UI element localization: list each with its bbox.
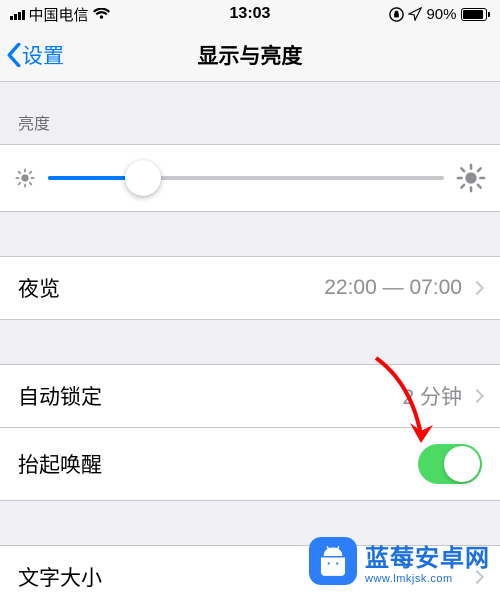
status-bar: 中国电信 13:03 90% bbox=[0, 0, 500, 28]
night-shift-value: 22:00 — 07:00 bbox=[324, 276, 462, 300]
switch-knob bbox=[444, 446, 480, 482]
status-right: 90% bbox=[389, 6, 490, 23]
text-size-row[interactable]: 文字大小 bbox=[0, 546, 500, 599]
status-left: 中国电信 bbox=[10, 4, 110, 25]
signal-icon bbox=[10, 8, 25, 20]
back-label: 设置 bbox=[22, 40, 64, 70]
brightness-row bbox=[0, 144, 500, 212]
back-button[interactable]: 设置 bbox=[0, 40, 64, 70]
sun-small-icon bbox=[14, 167, 36, 189]
raise-to-wake-row: 抬起唤醒 bbox=[0, 427, 500, 500]
chevron-left-icon bbox=[6, 43, 22, 67]
brightness-slider[interactable] bbox=[48, 176, 444, 180]
night-shift-row[interactable]: 夜览 22:00 — 07:00 bbox=[0, 257, 500, 319]
slider-thumb[interactable] bbox=[125, 160, 161, 196]
text-size-label: 文字大小 bbox=[18, 562, 102, 592]
wifi-icon bbox=[93, 8, 110, 21]
location-icon bbox=[408, 7, 422, 21]
carrier-label: 中国电信 bbox=[29, 4, 89, 25]
chevron-right-icon bbox=[470, 389, 484, 403]
auto-lock-label: 自动锁定 bbox=[18, 381, 102, 411]
auto-lock-value: 2 分钟 bbox=[402, 381, 462, 411]
chevron-right-icon bbox=[470, 570, 484, 584]
nav-bar: 设置 显示与亮度 bbox=[0, 28, 500, 82]
brightness-header: 亮度 bbox=[0, 82, 500, 144]
raise-to-wake-switch[interactable] bbox=[418, 444, 482, 484]
orientation-lock-icon bbox=[389, 7, 404, 22]
page-title: 显示与亮度 bbox=[0, 40, 500, 70]
raise-to-wake-label: 抬起唤醒 bbox=[18, 449, 102, 479]
chevron-right-icon bbox=[470, 281, 484, 295]
battery-pct: 90% bbox=[426, 6, 456, 23]
battery-icon bbox=[461, 8, 491, 21]
auto-lock-row[interactable]: 自动锁定 2 分钟 bbox=[0, 365, 500, 427]
sun-large-icon bbox=[456, 163, 486, 193]
night-shift-label: 夜览 bbox=[18, 273, 60, 303]
